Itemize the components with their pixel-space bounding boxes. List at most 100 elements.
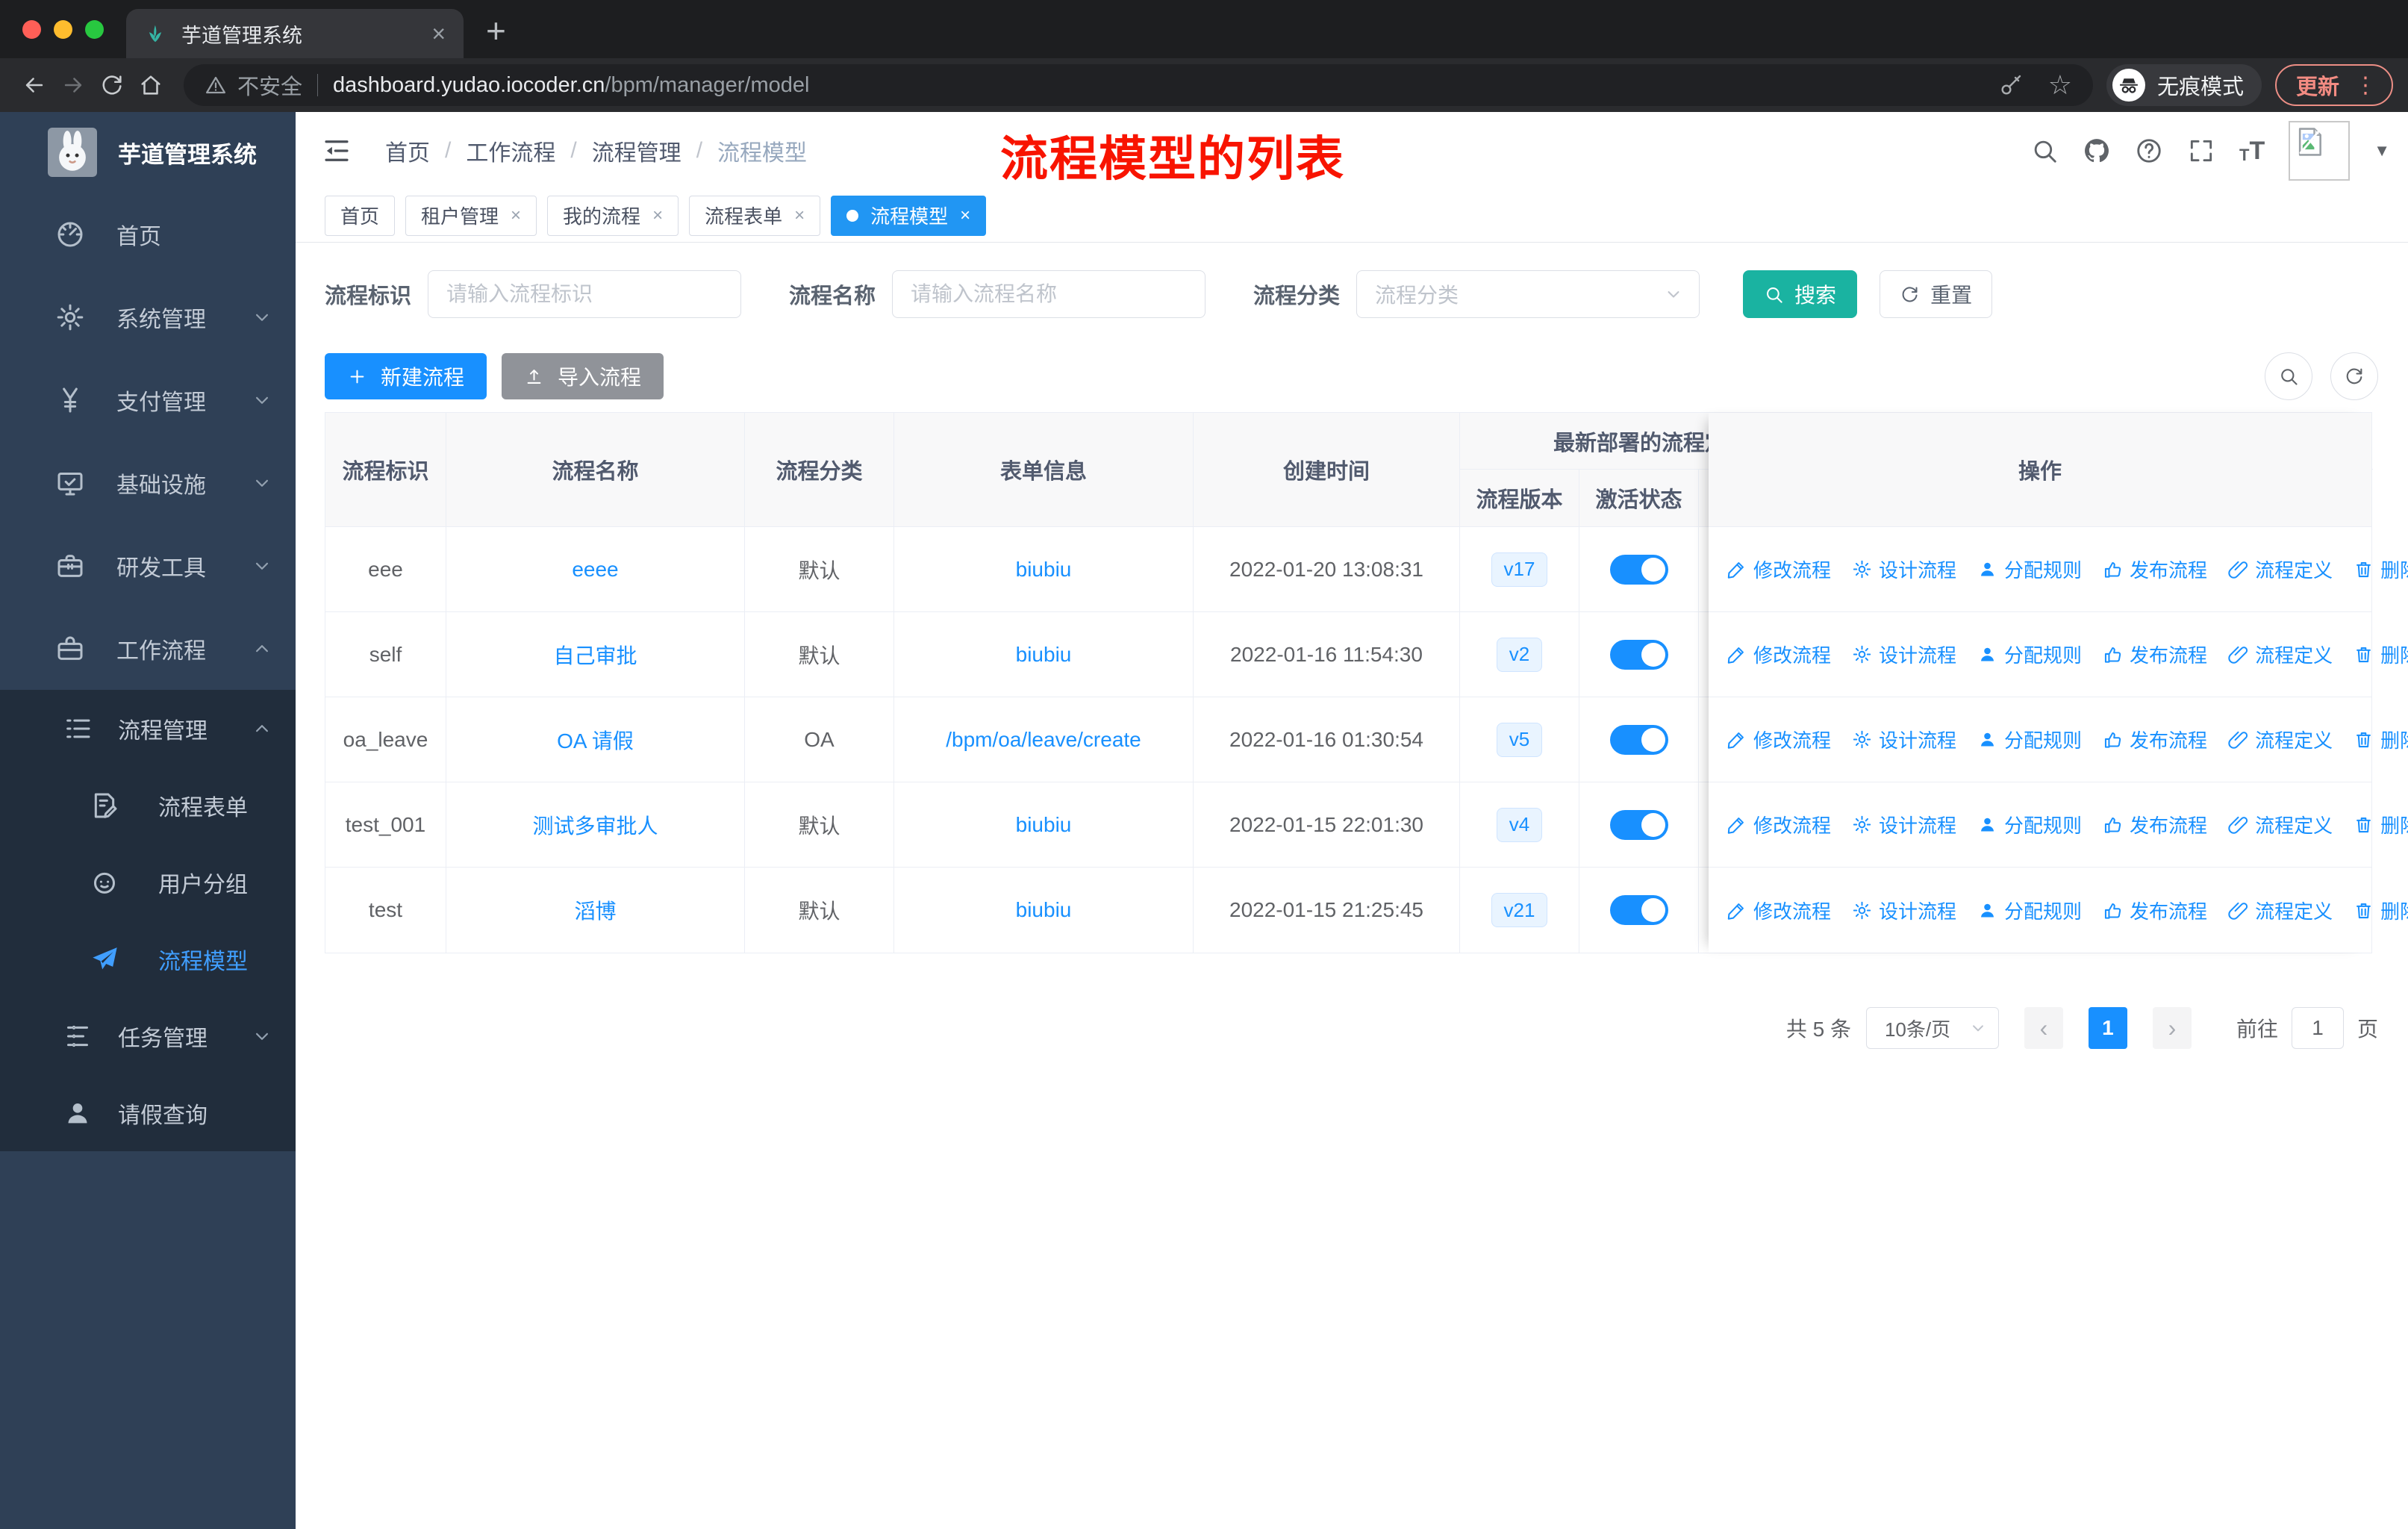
toggle-search-button[interactable] — [2265, 352, 2312, 400]
active-status-toggle[interactable] — [1609, 554, 1668, 585]
process-name-link[interactable]: 测试多审批人 — [532, 810, 658, 840]
row-action-link[interactable]: 修改流程 — [1727, 726, 1831, 753]
row-action-link[interactable]: 设计流程 — [1852, 726, 1956, 753]
sidebar-item[interactable]: 首页 — [0, 193, 296, 275]
fullscreen-icon[interactable] — [2187, 137, 2215, 165]
import-process-button[interactable]: 导入流程 — [502, 353, 664, 399]
prev-page-button[interactable]: ‹ — [2024, 1007, 2063, 1049]
font-size-icon[interactable]: TT — [2239, 138, 2265, 164]
avatar[interactable] — [2289, 120, 2351, 181]
browser-menu-icon[interactable]: ⋮ — [2354, 72, 2377, 99]
refresh-table-button[interactable] — [2330, 352, 2378, 400]
tag-close-icon[interactable]: × — [794, 206, 805, 225]
active-status-toggle[interactable] — [1609, 895, 1668, 925]
version-badge[interactable]: v5 — [1496, 722, 1543, 757]
sidebar-item[interactable]: 基础设施 — [0, 441, 296, 524]
process-name-input[interactable] — [892, 270, 1206, 318]
process-name-link[interactable]: 自己审批 — [553, 640, 637, 670]
zoom-window-button[interactable] — [85, 19, 104, 39]
tag-view-item[interactable]: 流程模型 × — [831, 195, 987, 236]
github-icon[interactable] — [2083, 137, 2111, 165]
back-button[interactable] — [15, 66, 54, 105]
row-action-link[interactable]: 删除 — [2354, 897, 2408, 924]
breadcrumb-item[interactable]: 工作流程 — [466, 134, 555, 167]
sidebar-collapse-icon[interactable] — [321, 135, 352, 166]
row-action-link[interactable]: 分配规则 — [1977, 726, 2082, 753]
form-info-link[interactable]: /bpm/oa/leave/create — [946, 728, 1141, 752]
goto-page-input[interactable] — [2291, 1007, 2344, 1049]
version-badge[interactable]: v2 — [1496, 637, 1543, 672]
new-tab-button[interactable]: + — [486, 13, 506, 48]
page-size-select[interactable]: 10条/页 — [1865, 1007, 1999, 1049]
row-action-link[interactable]: 设计流程 — [1852, 897, 1956, 924]
breadcrumb-item[interactable]: 首页 — [385, 134, 430, 167]
row-action-link[interactable]: 发布流程 — [2103, 897, 2207, 924]
close-window-button[interactable] — [22, 19, 41, 39]
row-action-link[interactable]: 修改流程 — [1727, 897, 1831, 924]
home-button[interactable] — [131, 66, 170, 105]
sidebar-item[interactable]: 任务管理 — [0, 997, 296, 1074]
version-badge[interactable]: v21 — [1491, 893, 1548, 927]
row-action-link[interactable]: 设计流程 — [1852, 641, 1956, 668]
reset-button[interactable]: 重置 — [1880, 270, 1993, 318]
row-action-link[interactable]: 流程定义 — [2228, 726, 2333, 753]
minimize-window-button[interactable] — [54, 19, 72, 39]
search-button[interactable]: 搜索 — [1743, 270, 1858, 318]
create-process-button[interactable]: 新建流程 — [325, 353, 487, 399]
browser-update-button[interactable]: 更新 ⋮ — [2274, 64, 2393, 106]
process-category-select[interactable]: 流程分类 — [1356, 270, 1700, 318]
app-logo[interactable]: 芋道管理系统 — [0, 112, 296, 193]
form-info-link[interactable]: biubiu — [1016, 898, 1072, 922]
row-action-link[interactable]: 修改流程 — [1727, 811, 1831, 838]
form-info-link[interactable]: biubiu — [1016, 813, 1072, 837]
bookmark-star-icon[interactable]: ☆ — [2048, 72, 2072, 99]
tag-view-item[interactable]: 首页 — [325, 195, 396, 236]
breadcrumb-item[interactable]: 流程管理 — [592, 134, 681, 167]
sidebar-item[interactable]: 支付管理 — [0, 358, 296, 441]
avatar-dropdown-icon[interactable]: ▼ — [2374, 141, 2390, 161]
row-action-link[interactable]: 删除 — [2354, 555, 2408, 583]
row-action-link[interactable]: 发布流程 — [2103, 726, 2207, 753]
active-status-toggle[interactable] — [1609, 809, 1668, 840]
row-action-link[interactable]: 分配规则 — [1977, 555, 2082, 583]
process-name-link[interactable]: eeee — [572, 558, 618, 582]
row-action-link[interactable]: 删除 — [2354, 811, 2408, 838]
tag-view-item[interactable]: 流程表单 × — [689, 195, 821, 236]
sidebar-item[interactable]: 工作流程 — [0, 607, 296, 690]
sidebar-item[interactable]: 用户分组 — [0, 844, 296, 921]
tag-view-item[interactable]: 租户管理 × — [405, 195, 537, 236]
active-status-toggle[interactable] — [1609, 724, 1668, 755]
browser-tab[interactable]: 芋道管理系统 × — [126, 9, 464, 58]
row-action-link[interactable]: 删除 — [2354, 726, 2408, 753]
form-info-link[interactable]: biubiu — [1016, 643, 1072, 667]
row-action-link[interactable]: 发布流程 — [2103, 641, 2207, 668]
row-action-link[interactable]: 分配规则 — [1977, 641, 2082, 668]
row-action-link[interactable]: 修改流程 — [1727, 641, 1831, 668]
tag-close-icon[interactable]: × — [511, 206, 521, 225]
sidebar-item[interactable]: 请假查询 — [0, 1074, 296, 1151]
help-icon[interactable] — [2135, 137, 2163, 165]
sidebar-item[interactable]: 流程表单 — [0, 767, 296, 844]
process-name-link[interactable]: 滔博 — [574, 895, 616, 925]
row-action-link[interactable]: 流程定义 — [2228, 555, 2333, 583]
breadcrumb-item[interactable]: 流程模型 — [717, 134, 807, 167]
row-action-link[interactable]: 流程定义 — [2228, 641, 2333, 668]
row-action-link[interactable]: 发布流程 — [2103, 811, 2207, 838]
row-action-link[interactable]: 删除 — [2354, 641, 2408, 668]
process-id-input[interactable] — [428, 270, 742, 318]
address-bar[interactable]: 不安全 dashboard.yudao.iocoder.cn /bpm/mana… — [184, 64, 2093, 106]
row-action-link[interactable]: 流程定义 — [2228, 811, 2333, 838]
sidebar-item[interactable]: 流程模型 — [0, 921, 296, 997]
sidebar-item[interactable]: 流程管理 — [0, 690, 296, 767]
passwords-key-icon[interactable] — [1999, 73, 2023, 97]
row-action-link[interactable]: 分配规则 — [1977, 897, 2082, 924]
row-action-link[interactable]: 发布流程 — [2103, 555, 2207, 583]
forward-button[interactable] — [54, 66, 93, 105]
current-page-button[interactable]: 1 — [2088, 1007, 2127, 1049]
row-action-link[interactable]: 流程定义 — [2228, 897, 2333, 924]
active-status-toggle[interactable] — [1609, 639, 1668, 670]
tag-close-icon[interactable]: × — [652, 206, 663, 225]
form-info-link[interactable]: biubiu — [1016, 558, 1072, 582]
sidebar-item[interactable]: 系统管理 — [0, 275, 296, 358]
next-page-button[interactable]: › — [2152, 1007, 2192, 1049]
